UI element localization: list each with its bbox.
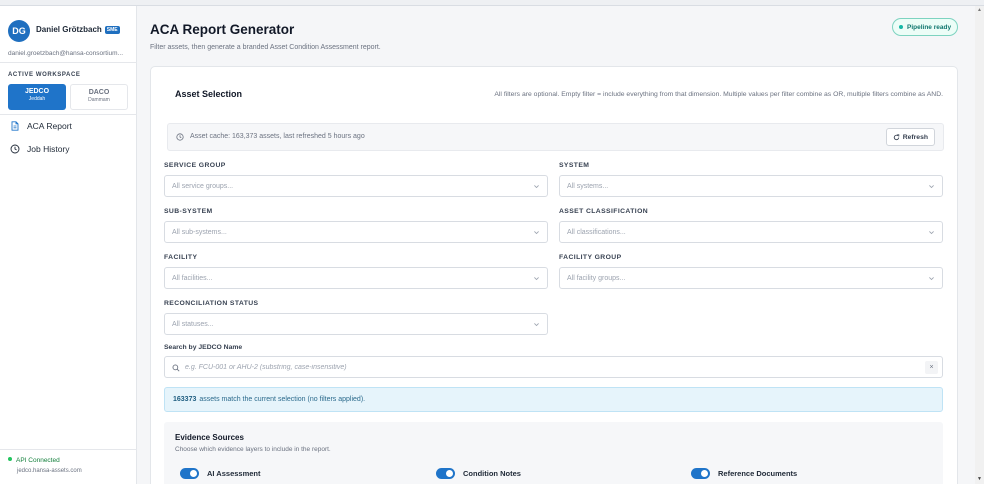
clock-icon xyxy=(176,133,184,141)
asset-selection-card: Asset Selection All filters are optional… xyxy=(150,66,958,484)
workspace-label: ACTIVE WORKSPACE xyxy=(8,72,81,78)
filter-hint: All filters are optional. Empty filter =… xyxy=(494,91,943,98)
refresh-label: Refresh xyxy=(902,133,928,141)
sidebar-item-label: ACA Report xyxy=(27,121,72,131)
section-title: Asset Selection xyxy=(175,89,243,99)
api-status-label: API Connected xyxy=(16,457,60,464)
api-status: API Connected xyxy=(8,457,60,464)
avatar: DG xyxy=(8,20,30,42)
ai-assessment-toggle[interactable] xyxy=(180,468,199,479)
scroll-down-icon[interactable]: ▼ xyxy=(975,475,984,484)
user-email: daniel.groetzbach@hansa-consortium... xyxy=(8,50,123,57)
search-input[interactable] xyxy=(185,361,905,374)
sub-system-label: SUB-SYSTEM xyxy=(164,208,213,215)
chevron-down-icon xyxy=(928,229,935,236)
sidebar-item-label: Job History xyxy=(27,144,70,154)
role-badge: SME xyxy=(104,26,120,34)
workspace-daco-button[interactable]: DACO Dammam xyxy=(70,84,128,110)
sub-system-select[interactable]: All sub-systems... xyxy=(164,221,548,243)
system-label: SYSTEM xyxy=(559,162,590,169)
evidence-subtitle: Choose which evidence layers to include … xyxy=(175,446,331,453)
select-placeholder: All classifications... xyxy=(567,228,626,236)
asset-cache-bar: Asset cache: 163,373 assets, last refres… xyxy=(167,123,944,151)
chevron-down-icon xyxy=(533,183,540,190)
select-placeholder: All service groups... xyxy=(172,182,234,190)
asset-classification-select[interactable]: All classifications... xyxy=(559,221,943,243)
pipeline-status-label: Pipeline ready xyxy=(907,23,952,31)
sidebar-divider xyxy=(0,449,137,450)
refresh-icon xyxy=(893,133,900,141)
toggle-label: Condition Notes xyxy=(463,469,521,478)
refresh-button[interactable]: Refresh xyxy=(885,128,935,146)
status-dot-icon xyxy=(899,25,903,29)
sidebar-item-aca-report[interactable]: ACA Report xyxy=(0,116,136,136)
select-placeholder: All facility groups... xyxy=(567,274,626,282)
clock-icon xyxy=(10,144,20,154)
facility-group-label: FACILITY GROUP xyxy=(559,254,622,261)
user-name-text: Daniel Grötzbach xyxy=(36,25,102,34)
evidence-title: Evidence Sources xyxy=(175,433,244,442)
facility-group-select[interactable]: All facility groups... xyxy=(559,267,943,289)
asset-classification-label: ASSET CLASSIFICATION xyxy=(559,208,649,215)
system-select[interactable]: All systems... xyxy=(559,175,943,197)
facility-select[interactable]: All facilities... xyxy=(164,267,548,289)
chevron-down-icon xyxy=(928,183,935,190)
sidebar-divider xyxy=(0,62,137,63)
evidence-sources-panel: Evidence Sources Choose which evidence l… xyxy=(164,422,943,484)
workspace-title: DACO xyxy=(88,89,110,96)
toggle-label: Reference Documents xyxy=(718,469,798,478)
status-dot-icon xyxy=(8,457,12,461)
main-content: ACA Report Generator Filter assets, then… xyxy=(138,6,984,484)
sidebar: DG Daniel Grötzbach SME daniel.groetzbach… xyxy=(0,6,137,484)
workspace-title: JEDCO xyxy=(24,88,50,95)
chevron-down-icon xyxy=(533,229,540,236)
workspace-subtitle: Dammam xyxy=(88,97,110,103)
user-name: Daniel Grötzbach SME xyxy=(36,25,120,34)
chevron-down-icon xyxy=(533,321,540,328)
page-subtitle: Filter assets, then generate a branded A… xyxy=(150,44,381,51)
scroll-up-icon[interactable]: ▲ xyxy=(975,6,984,15)
facility-label: FACILITY xyxy=(164,254,198,261)
reference-documents-toggle[interactable] xyxy=(691,468,710,479)
asset-cache-text: Asset cache: 163,373 assets, last refres… xyxy=(190,133,365,140)
evidence-reference-documents: Reference Documents xyxy=(691,468,797,479)
evidence-ai-assessment: AI Assessment xyxy=(180,468,261,479)
chevron-down-icon xyxy=(533,275,540,282)
select-placeholder: All facilities... xyxy=(172,274,213,282)
select-placeholder: All statuses... xyxy=(172,320,214,328)
document-icon xyxy=(10,121,20,131)
reconciliation-status-label: RECONCILIATION STATUS xyxy=(164,300,259,307)
service-group-select[interactable]: All service groups... xyxy=(164,175,548,197)
page-title: ACA Report Generator xyxy=(150,22,295,37)
clear-search-button[interactable]: × xyxy=(925,361,938,374)
toggle-label: AI Assessment xyxy=(207,469,261,478)
sidebar-divider xyxy=(0,114,137,115)
page-scrollbar[interactable]: ▲ ▼ xyxy=(975,6,984,484)
pipeline-status-badge: Pipeline ready xyxy=(892,18,959,36)
match-text: assets match the current selection (no f… xyxy=(199,396,366,403)
search-label: Search by JEDCO Name xyxy=(164,344,243,351)
chevron-down-icon xyxy=(928,275,935,282)
select-placeholder: All systems... xyxy=(567,182,609,190)
service-group-label: SERVICE GROUP xyxy=(164,162,226,169)
workspace-subtitle: Jeddah xyxy=(28,96,46,102)
match-summary: 163373 assets match the current selectio… xyxy=(164,387,943,412)
condition-notes-toggle[interactable] xyxy=(436,468,455,479)
sidebar-item-job-history[interactable]: Job History xyxy=(0,139,136,159)
workspace-jedco-button[interactable]: JEDCO Jeddah xyxy=(8,84,66,110)
search-icon xyxy=(172,364,180,372)
select-placeholder: All sub-systems... xyxy=(172,228,227,236)
reconciliation-status-select[interactable]: All statuses... xyxy=(164,313,548,335)
api-host: jedco.hansa-assets.com xyxy=(17,468,82,474)
search-field: × xyxy=(164,356,943,378)
evidence-condition-notes: Condition Notes xyxy=(436,468,521,479)
match-count: 163373 xyxy=(173,396,197,403)
